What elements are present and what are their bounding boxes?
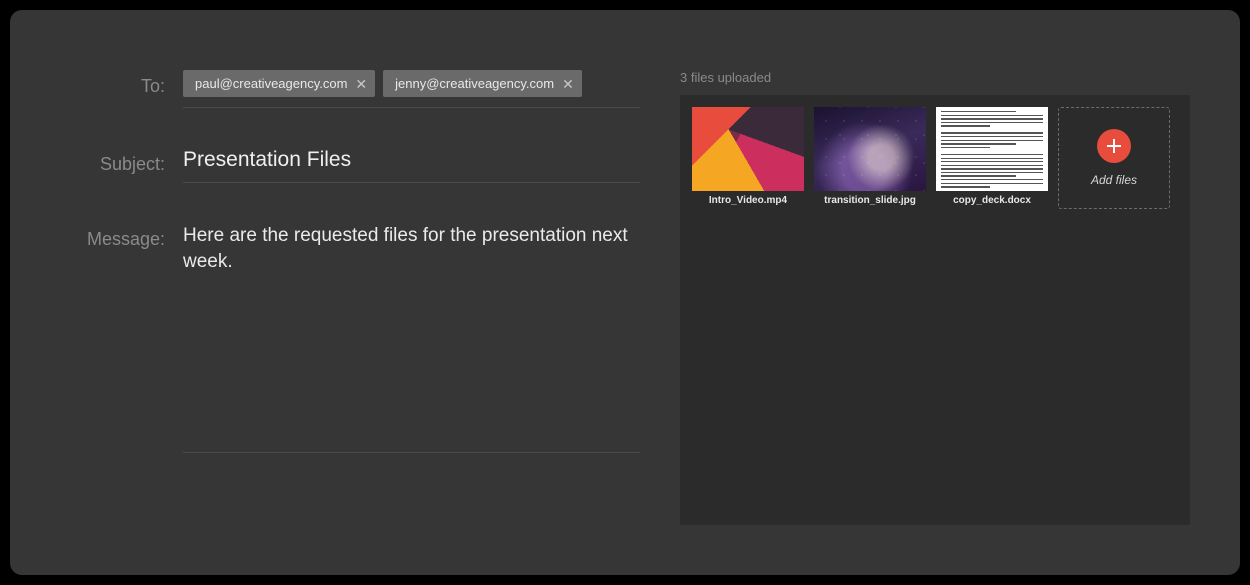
upload-panel: 3 files uploaded Intro_Video.mp4 transiti… — [680, 70, 1190, 525]
message-label: Message: — [60, 223, 165, 250]
plus-icon — [1097, 129, 1131, 163]
to-label: To: — [60, 70, 165, 97]
file-tile[interactable]: Intro_Video.mp4 — [692, 107, 804, 209]
add-files-button[interactable]: Add files — [1058, 107, 1170, 209]
message-field[interactable]: Here are the requested files for the pre… — [183, 223, 640, 453]
add-files-label: Add files — [1091, 173, 1137, 187]
compose-panel: To: paul@creativeagency.com✕jenny@creati… — [10, 10, 1240, 575]
close-icon[interactable]: ✕ — [562, 77, 574, 91]
to-field[interactable]: paul@creativeagency.com✕jenny@creativeag… — [183, 70, 640, 108]
close-icon[interactable]: ✕ — [355, 77, 367, 91]
file-name: transition_slide.jpg — [814, 191, 926, 206]
to-row: To: paul@creativeagency.com✕jenny@creati… — [60, 70, 640, 108]
subject-label: Subject: — [60, 148, 165, 175]
file-name: Intro_Video.mp4 — [692, 191, 804, 206]
file-dropzone[interactable]: Intro_Video.mp4 transition_slide.jpg copy_… — [680, 95, 1190, 525]
recipient-email: paul@creativeagency.com — [195, 76, 347, 91]
recipient-chip[interactable]: paul@creativeagency.com ✕ — [183, 70, 375, 97]
subject-field[interactable]: Presentation Files — [183, 148, 640, 183]
file-tile[interactable]: copy_deck.docx — [936, 107, 1048, 209]
subject-row: Subject: Presentation Files — [60, 148, 640, 183]
recipient-email: jenny@creativeagency.com — [395, 76, 554, 91]
file-name: copy_deck.docx — [936, 191, 1048, 206]
file-tile[interactable]: transition_slide.jpg — [814, 107, 926, 209]
compose-form: To: paul@creativeagency.com✕jenny@creati… — [60, 70, 640, 525]
file-thumbnail — [692, 107, 804, 191]
message-row: Message: Here are the requested files fo… — [60, 223, 640, 525]
recipient-chips: paul@creativeagency.com✕jenny@creativeag… — [183, 70, 640, 97]
recipient-chip[interactable]: jenny@creativeagency.com ✕ — [383, 70, 582, 97]
upload-count-label: 3 files uploaded — [680, 70, 1190, 85]
file-thumbnail — [814, 107, 926, 191]
file-thumbnail — [936, 107, 1048, 191]
subject-value: Presentation Files — [183, 148, 351, 171]
